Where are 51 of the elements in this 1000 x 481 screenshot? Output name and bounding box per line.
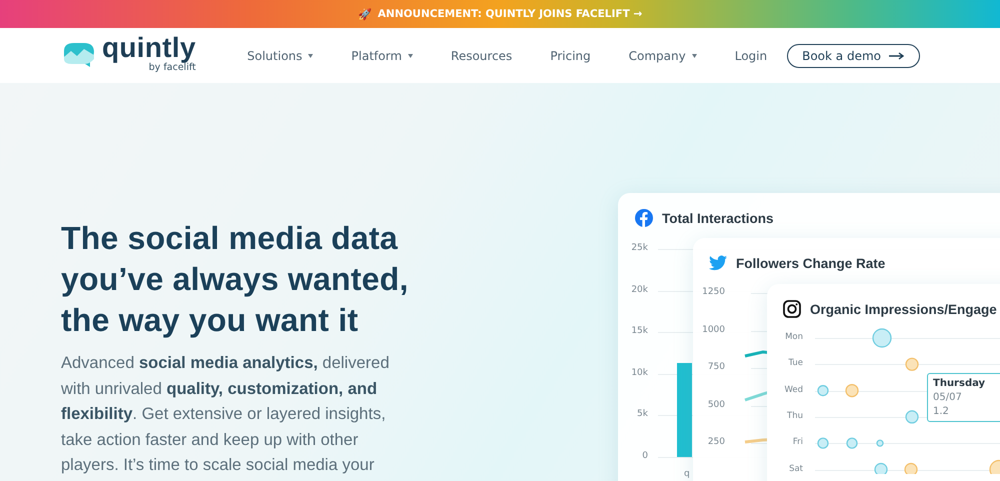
axis-label: 10k bbox=[630, 368, 648, 378]
arrow-icon bbox=[889, 52, 905, 60]
chart-bubble bbox=[989, 460, 1000, 474]
chart-title: Organic Impressions/Engage bbox=[810, 302, 997, 316]
chart-bubble bbox=[876, 440, 884, 447]
chart-bubble bbox=[845, 384, 859, 398]
axis-label: 250 bbox=[706, 437, 725, 447]
axis-label: Wed bbox=[783, 384, 803, 395]
logo-tagline: by facelift bbox=[148, 63, 196, 73]
chart-bubble bbox=[905, 358, 919, 371]
nav-link[interactable]: Login bbox=[734, 48, 768, 62]
axis-label: q bbox=[684, 469, 690, 479]
nav-link[interactable]: Resources bbox=[450, 48, 512, 62]
chart-title: Followers Change Rate bbox=[736, 256, 886, 270]
camera-icon bbox=[783, 300, 801, 318]
nav-link[interactable]: Platform bbox=[351, 48, 413, 62]
axis-label: Sat bbox=[788, 464, 803, 474]
axis-label: 0 bbox=[641, 451, 648, 461]
nav-link[interactable]: Solutions bbox=[247, 48, 314, 62]
axis-label: 20k bbox=[630, 284, 648, 295]
axis-label: Mon bbox=[784, 332, 803, 342]
axis-label: 500 bbox=[706, 400, 725, 410]
axis-label: 15k bbox=[630, 326, 648, 336]
axis-label: Thu bbox=[786, 410, 803, 421]
axis-label: 5k bbox=[636, 409, 648, 420]
hero-title: The social media data you’ve always wanted, the way you want it bbox=[61, 219, 410, 340]
tooltip-title: Thursday bbox=[933, 378, 986, 389]
axis-label: Tue bbox=[787, 358, 803, 368]
nav-link[interactable]: Company bbox=[628, 48, 697, 62]
axis-label: 1000 bbox=[701, 324, 725, 334]
axis-label: 25k bbox=[630, 243, 648, 253]
chart-bubble bbox=[817, 385, 829, 396]
facebook-icon bbox=[635, 209, 653, 227]
chart-bubble bbox=[846, 438, 858, 449]
nav-link[interactable]: Pricing bbox=[550, 48, 591, 62]
axis-label: 750 bbox=[706, 362, 725, 372]
axis-label: Fri bbox=[792, 437, 803, 448]
rocket-icon: 🚀 bbox=[358, 8, 372, 20]
logo-wordmark[interactable]: quintly bbox=[102, 34, 196, 62]
bird-icon bbox=[709, 254, 727, 272]
tooltip-value: 1.2 bbox=[933, 406, 950, 417]
chart-bubble bbox=[905, 410, 919, 424]
tooltip-date: 05/07 bbox=[933, 392, 963, 403]
hero-description: Advanced social media analytics, delivered with unrivaled quality, customization, and flexibility. Get extensive or layered insights, take action faster and keep up with other players. It’s time to scale social media your bbox=[61, 353, 390, 476]
chart-bubble bbox=[817, 438, 829, 449]
chart-bubble bbox=[904, 462, 918, 474]
chart-bubble bbox=[872, 328, 892, 348]
book-demo-button[interactable]: Book a demo bbox=[787, 44, 920, 68]
axis-label: 1250 bbox=[701, 287, 725, 297]
chart-title: Total Interactions bbox=[662, 210, 774, 226]
chart-bubble bbox=[874, 462, 888, 474]
